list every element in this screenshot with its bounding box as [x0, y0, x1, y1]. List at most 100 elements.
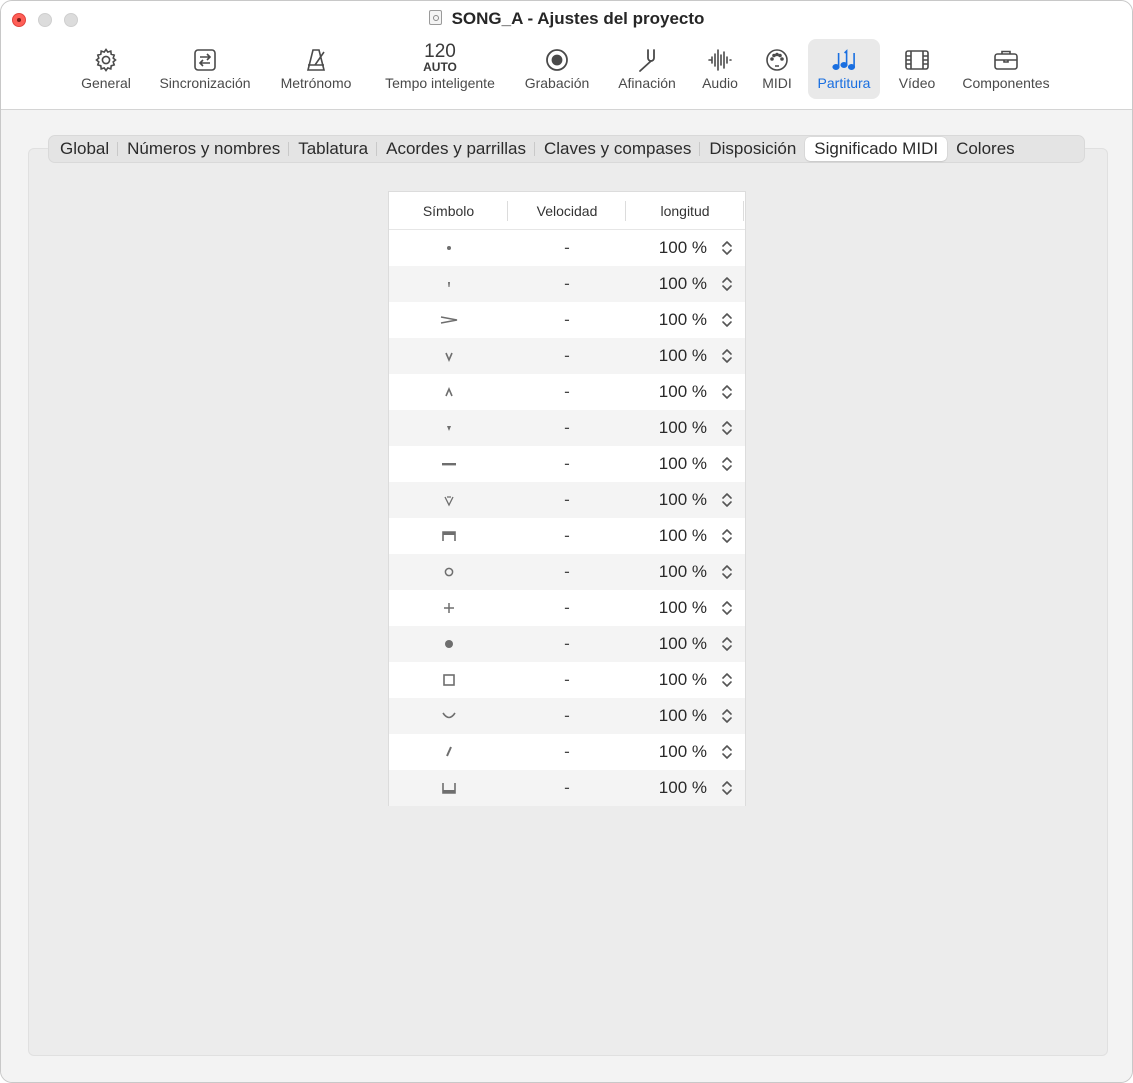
length-stepper[interactable] — [721, 528, 733, 544]
table-row[interactable]: - 100 % — [389, 482, 745, 518]
toolbar-audio[interactable]: Audio — [697, 39, 743, 99]
open-marcato-icon — [443, 496, 454, 507]
velocity-cell[interactable]: - — [508, 670, 626, 690]
toolbar-tuning[interactable]: Afinación — [611, 39, 683, 99]
table-row[interactable]: - 100 % — [389, 374, 745, 410]
velocity-cell[interactable]: - — [508, 490, 626, 510]
length-cell: 100 % — [626, 310, 745, 330]
length-stepper[interactable] — [721, 420, 733, 436]
column-header-symbol[interactable]: Símbolo — [389, 200, 508, 221]
column-header-length[interactable]: longitud — [626, 200, 744, 221]
length-stepper[interactable] — [721, 744, 733, 760]
tab-chords-grids[interactable]: Acordes y parrillas — [376, 137, 535, 161]
toolbar-components[interactable]: Componentes — [953, 39, 1059, 99]
length-value[interactable]: 100 % — [659, 778, 707, 798]
velocity-cell[interactable]: - — [508, 454, 626, 474]
table-row[interactable]: - 100 % — [389, 626, 745, 662]
length-value[interactable]: 100 % — [659, 454, 707, 474]
length-value[interactable]: 100 % — [659, 562, 707, 582]
length-value[interactable]: 100 % — [659, 310, 707, 330]
length-stepper[interactable] — [721, 456, 733, 472]
table-row[interactable]: - 100 % — [389, 266, 745, 302]
midi-meaning-table: Símbolo Velocidad longitud - 100 % - 100… — [388, 191, 746, 806]
tab-numbers-names[interactable]: Números y nombres — [117, 137, 289, 161]
length-stepper[interactable] — [721, 600, 733, 616]
length-value[interactable]: 100 % — [659, 418, 707, 438]
length-stepper[interactable] — [721, 672, 733, 688]
table-row[interactable]: - 100 % — [389, 338, 745, 374]
toolbar-midi[interactable]: MIDI — [757, 39, 797, 99]
table-row[interactable]: - 100 % — [389, 554, 745, 590]
length-stepper[interactable] — [721, 384, 733, 400]
length-stepper[interactable] — [721, 240, 733, 256]
symbol-cell — [389, 626, 508, 662]
symbol-cell — [389, 590, 508, 626]
tab-colors[interactable]: Colores — [947, 137, 1024, 161]
length-value[interactable]: 100 % — [659, 706, 707, 726]
tab-midi-meaning[interactable]: Significado MIDI — [805, 137, 948, 161]
column-header-velocity[interactable]: Velocidad — [508, 200, 626, 221]
velocity-cell[interactable]: - — [508, 418, 626, 438]
tab-layout[interactable]: Disposición — [699, 137, 805, 161]
table-row[interactable]: - 100 % — [389, 518, 745, 554]
toolbar-general[interactable]: General — [75, 39, 137, 99]
velocity-cell[interactable]: - — [508, 346, 626, 366]
velocity-cell[interactable]: - — [508, 742, 626, 762]
velocity-cell[interactable]: - — [508, 634, 626, 654]
length-value[interactable]: 100 % — [659, 670, 707, 690]
length-stepper[interactable] — [721, 780, 733, 796]
length-stepper[interactable] — [721, 708, 733, 724]
chevron-up-down-icon — [721, 780, 733, 796]
velocity-cell[interactable]: - — [508, 706, 626, 726]
length-stepper[interactable] — [721, 492, 733, 508]
toolbar-video[interactable]: Vídeo — [893, 39, 941, 99]
symbol-cell — [389, 410, 508, 446]
length-value[interactable]: 100 % — [659, 274, 707, 294]
tab-clefs-signatures[interactable]: Claves y compases — [533, 137, 700, 161]
velocity-cell[interactable]: - — [508, 778, 626, 798]
table-row[interactable]: - 100 % — [389, 698, 745, 734]
toolbar-metronome[interactable]: Metrónomo — [273, 39, 359, 99]
table-row[interactable]: - 100 % — [389, 662, 745, 698]
table-row[interactable]: - 100 % — [389, 734, 745, 770]
toolbar-recording[interactable]: Grabación — [519, 39, 595, 99]
length-value[interactable]: 100 % — [659, 742, 707, 762]
velocity-cell[interactable]: - — [508, 382, 626, 402]
table-row[interactable]: - 100 % — [389, 770, 745, 806]
bracket-icon — [441, 783, 456, 794]
length-stepper[interactable] — [721, 348, 733, 364]
length-stepper[interactable] — [721, 564, 733, 580]
table-row[interactable]: - 100 % — [389, 410, 745, 446]
length-stepper[interactable] — [721, 636, 733, 652]
velocity-cell[interactable]: - — [508, 238, 626, 258]
toolbar-smart-tempo[interactable]: 120 AUTO Tempo inteligente — [373, 39, 507, 99]
waveform-icon — [708, 49, 732, 71]
velocity-cell[interactable]: - — [508, 598, 626, 618]
velocity-cell[interactable]: - — [508, 274, 626, 294]
length-cell: 100 % — [626, 274, 745, 294]
toolbar-score[interactable]: Partitura — [808, 39, 880, 99]
sync-icon — [194, 49, 216, 71]
velocity-cell[interactable]: - — [508, 310, 626, 330]
square-icon — [442, 674, 455, 686]
table-row[interactable]: - 100 % — [389, 302, 745, 338]
length-value[interactable]: 100 % — [659, 238, 707, 258]
length-cell: 100 % — [626, 562, 745, 582]
length-stepper[interactable] — [721, 276, 733, 292]
tab-tablature[interactable]: Tablatura — [288, 137, 377, 161]
length-value[interactable]: 100 % — [659, 598, 707, 618]
table-row[interactable]: - 100 % — [389, 590, 745, 626]
tuning-fork-icon — [639, 49, 655, 72]
toolbar-sync[interactable]: Sincronización — [151, 39, 259, 99]
length-value[interactable]: 100 % — [659, 634, 707, 654]
length-value[interactable]: 100 % — [659, 490, 707, 510]
length-stepper[interactable] — [721, 312, 733, 328]
table-row[interactable]: - 100 % — [389, 446, 745, 482]
tab-global[interactable]: Global — [51, 137, 118, 161]
length-value[interactable]: 100 % — [659, 526, 707, 546]
length-value[interactable]: 100 % — [659, 346, 707, 366]
length-value[interactable]: 100 % — [659, 382, 707, 402]
table-row[interactable]: - 100 % — [389, 230, 745, 266]
velocity-cell[interactable]: - — [508, 526, 626, 546]
velocity-cell[interactable]: - — [508, 562, 626, 582]
